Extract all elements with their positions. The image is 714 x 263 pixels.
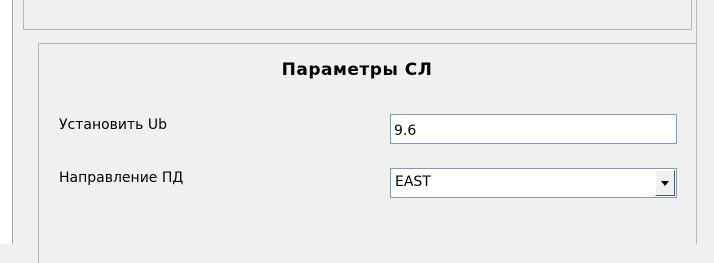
ub-input[interactable] xyxy=(390,114,677,144)
group-title: Параметры СЛ xyxy=(281,60,433,80)
direction-label: Направление ПД xyxy=(59,170,184,186)
ub-label: Установить Ub xyxy=(59,117,168,133)
direction-select[interactable]: EAST xyxy=(390,168,677,198)
right-panel-border xyxy=(696,0,697,244)
upper-group-box xyxy=(23,0,692,30)
left-panel-border xyxy=(0,0,13,244)
direction-selected-value: EAST xyxy=(395,174,431,190)
chevron-down-icon xyxy=(661,181,669,186)
dropdown-button[interactable] xyxy=(655,170,675,196)
